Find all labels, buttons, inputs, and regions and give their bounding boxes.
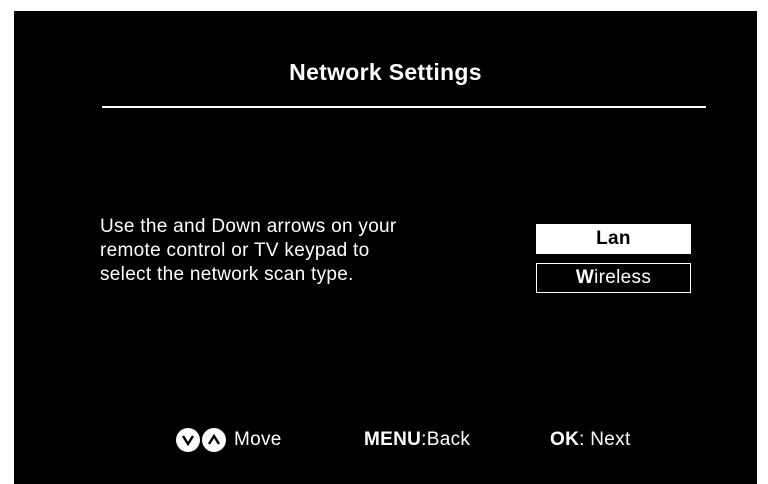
network-settings-screen: Network Settings Use the and Down arrows…: [14, 11, 757, 484]
menu-key-label: MENU: [364, 429, 422, 450]
menu-action-label: :Back: [421, 429, 471, 450]
footer-move-hint: Move: [176, 428, 282, 452]
option-lan[interactable]: Lan: [536, 224, 691, 254]
up-arrow-icon: [202, 428, 226, 452]
option-wireless[interactable]: Wireless: [536, 263, 691, 293]
instructions-line-2: remote control or TV keypad to: [100, 240, 370, 261]
move-label: Move: [234, 429, 282, 450]
footer-menu-hint: MENU:Back: [364, 428, 470, 452]
title-divider: [102, 106, 706, 108]
footer-ok-hint: OK: Next: [550, 428, 631, 452]
ok-key-label: OK: [550, 429, 580, 450]
instructions-line-3: select the network scan type.: [100, 264, 354, 285]
instructions-text: Use the and Down arrows on your remote c…: [100, 215, 490, 287]
instructions-line-1: Use the and Down arrows on your: [100, 216, 397, 237]
page-title: Network Settings: [289, 59, 482, 85]
down-arrow-icon: [176, 428, 200, 452]
ok-action-label: : Next: [579, 429, 631, 450]
